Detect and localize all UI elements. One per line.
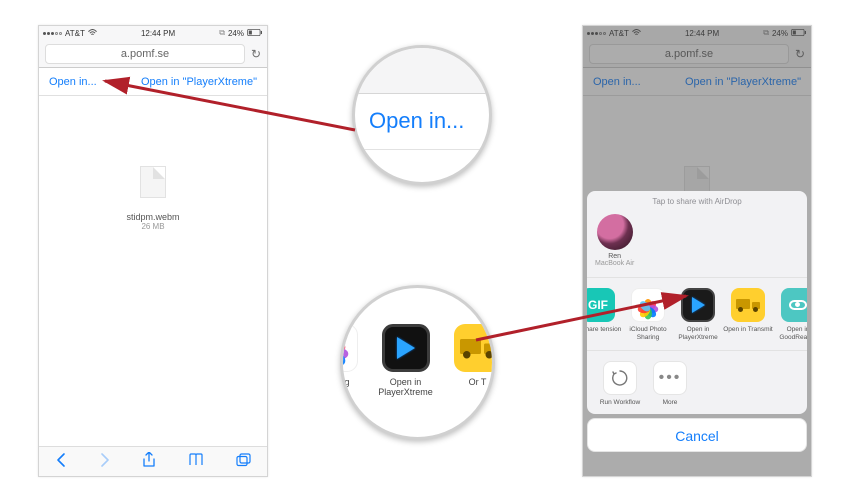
address-bar: a.pomf.se ↻	[39, 40, 267, 68]
airdrop-target[interactable]: Ren MacBook Air	[595, 214, 634, 267]
tabs-icon[interactable]	[236, 453, 251, 470]
share-app-label: ly Share tension	[587, 326, 623, 334]
airdrop-device: MacBook Air	[595, 260, 634, 267]
zoomed-label: Open in PlayerXtreme	[376, 377, 436, 397]
share-app-goodreader[interactable]: Open in GoodReader	[773, 288, 807, 342]
cancel-button[interactable]: Cancel	[587, 418, 807, 452]
zoomed-open-in: Open in...	[355, 94, 489, 150]
carrier-label: AT&T	[65, 29, 85, 38]
safari-toolbar	[39, 446, 267, 476]
file-preview: stidpm.webm 26 MB	[39, 96, 267, 231]
share-sheet: Tap to share with AirDrop Ren MacBook Ai…	[583, 191, 811, 476]
clock-label: 12:44 PM	[141, 29, 175, 38]
share-app-label: Open in GoodReader	[773, 326, 807, 342]
action-more[interactable]: ••• More	[645, 361, 695, 407]
zoomed-transmit: Or T	[448, 324, 496, 387]
open-in-link[interactable]: Open in...	[49, 76, 97, 88]
share-main-section: Tap to share with AirDrop Ren MacBook Ai…	[587, 191, 807, 414]
share-app-transmit[interactable]: Open in Transmit	[723, 288, 773, 334]
share-app-gif[interactable]: GIF ly Share tension	[587, 288, 623, 334]
battery-label: 24%	[228, 29, 244, 38]
address-field[interactable]: a.pomf.se	[45, 44, 245, 64]
status-bar: AT&T 12:44 PM ⧉ 24%	[39, 26, 267, 40]
zoomed-label: Or T	[448, 377, 496, 387]
open-in-bar: Open in... Open in "PlayerXtreme"	[39, 68, 267, 96]
share-app-label: Open in PlayerXtreme	[673, 326, 723, 342]
share-app-label: iCloud Photo Sharing	[623, 326, 673, 342]
airdrop-row: Ren MacBook Air	[587, 210, 807, 277]
action-label: Run Workflow	[595, 399, 645, 407]
more-icon: •••	[653, 361, 687, 395]
action-label: More	[645, 399, 695, 407]
document-icon	[140, 166, 166, 198]
battery-icon	[247, 29, 263, 38]
magnifier-top: Open in...	[352, 45, 492, 185]
airdrop-header: Tap to share with AirDrop	[587, 191, 807, 210]
bookmarks-icon[interactable]	[188, 453, 204, 470]
wifi-icon	[88, 29, 97, 38]
goodreader-icon	[781, 288, 807, 322]
forward-icon[interactable]	[99, 452, 111, 471]
share-app-row: GIF ly Share tension iCloud Photo Sharin…	[587, 277, 807, 350]
share-app-label: Open in Transmit	[723, 326, 773, 334]
transmit-icon	[454, 324, 496, 372]
share-app-photos[interactable]: iCloud Photo Sharing	[623, 288, 673, 342]
playerxtreme-icon	[681, 288, 715, 322]
zoomed-label: hoto ing	[340, 377, 364, 387]
airdrop-name: Ren	[595, 253, 634, 260]
reload-icon[interactable]: ↻	[251, 47, 261, 61]
back-icon[interactable]	[55, 452, 67, 471]
playerxtreme-icon	[382, 324, 430, 372]
photos-icon	[340, 324, 358, 372]
file-name: stidpm.webm	[39, 212, 267, 222]
share-action-row: Run Workflow ••• More	[587, 350, 807, 415]
zoomed-photos: hoto ing	[340, 324, 364, 387]
share-icon[interactable]	[142, 452, 156, 471]
bluetooth-icon: ⧉	[219, 28, 225, 38]
share-app-playerxtreme[interactable]: Open in PlayerXtreme	[673, 288, 723, 342]
zoomed-playerxtreme: Open in PlayerXtreme	[376, 324, 436, 397]
zoomed-address-bar	[355, 48, 489, 94]
file-size: 26 MB	[39, 222, 267, 231]
magnifier-bottom: hoto ing Open in PlayerXtreme Or T	[340, 285, 495, 440]
open-in-playerxtreme-link[interactable]: Open in "PlayerXtreme"	[141, 76, 257, 88]
workflow-icon	[603, 361, 637, 395]
action-workflow[interactable]: Run Workflow	[595, 361, 645, 407]
right-phone: AT&T 12:44 PM ⧉ 24% a.pomf.se ↻ Open in.…	[582, 25, 812, 477]
avatar	[597, 214, 633, 250]
gif-icon: GIF	[587, 288, 615, 322]
signal-icon	[43, 32, 62, 35]
left-phone: AT&T 12:44 PM ⧉ 24% a.pomf.se ↻ Open in.…	[38, 25, 268, 477]
photos-icon	[631, 288, 665, 322]
transmit-icon	[731, 288, 765, 322]
